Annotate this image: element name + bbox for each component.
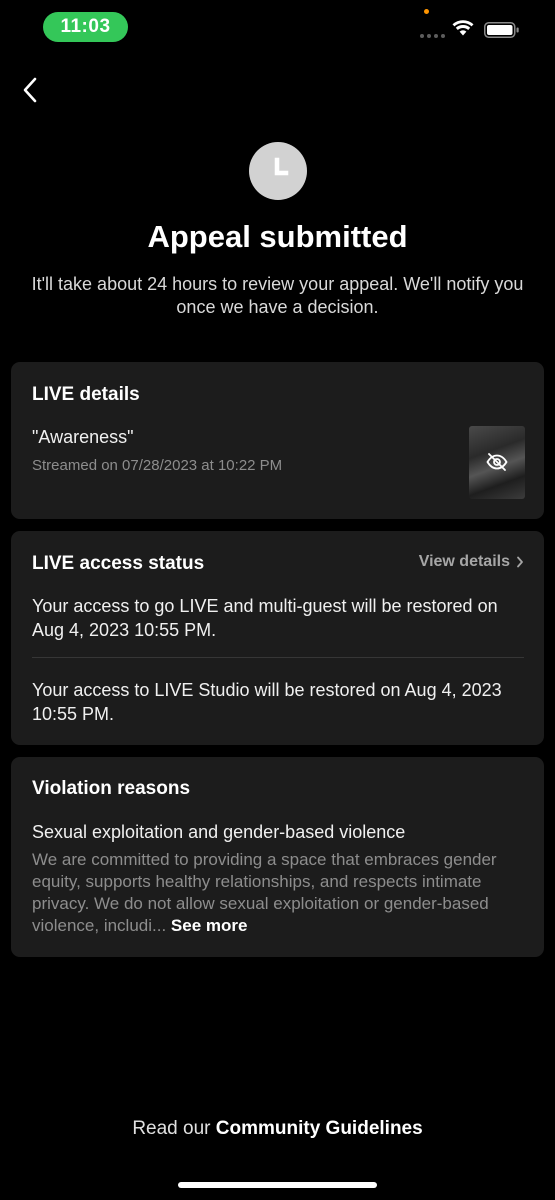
violation-description: We are committed to providing a space th… — [32, 849, 527, 937]
home-indicator[interactable] — [178, 1182, 377, 1188]
hidden-eye-icon — [486, 453, 508, 471]
violation-description-text: We are committed to providing a space th… — [32, 850, 497, 935]
violation-reasons-title: Violation reasons — [32, 778, 191, 799]
violation-reason: Sexual exploitation and gender-based vio… — [32, 822, 406, 842]
chevron-right-icon — [517, 556, 523, 568]
stream-thumbnail[interactable] — [469, 426, 525, 499]
access-status-title: LIVE access status — [32, 553, 205, 574]
page-title: Appeal submitted — [147, 219, 408, 254]
privacy-indicator-dot — [424, 9, 429, 14]
divider — [32, 657, 524, 658]
stream-name: "Awareness" — [32, 427, 134, 447]
battery-icon — [484, 22, 519, 38]
live-access-status-card: LIVE access status View details Your acc… — [11, 531, 544, 745]
appeal-submitted-screen: 11:03 Appeal submitted It'll take about … — [0, 0, 555, 1200]
stream-date: Streamed on 07/28/2023 at 10:22 PM — [32, 457, 283, 474]
community-guidelines-link[interactable]: Community Guidelines — [216, 1118, 423, 1139]
live-details-title: LIVE details — [32, 384, 140, 405]
access-status-go-live: Your access to go LIVE and multi-guest w… — [32, 596, 498, 640]
see-more-link[interactable]: See more — [171, 916, 248, 935]
community-guidelines-footer: Read our Community Guidelines — [0, 1118, 555, 1140]
access-status-live-studio: Your access to LIVE Studio will be resto… — [32, 680, 502, 724]
view-details-link[interactable]: View details — [419, 553, 524, 571]
back-arrow-icon[interactable] — [18, 74, 46, 106]
view-details-label: View details — [418, 553, 510, 570]
status-bar: 11:03 — [0, 0, 555, 54]
wifi-icon — [452, 20, 474, 36]
page-subtitle: It'll take about 24 hours to review your… — [31, 274, 524, 317]
clock-icon — [249, 142, 307, 200]
violation-reasons-card: Violation reasons Sexual exploitation an… — [11, 757, 544, 957]
live-details-card: LIVE details "Awareness" Streamed on 07/… — [11, 362, 544, 519]
guidelines-prefix: Read our — [132, 1118, 211, 1139]
signal-icon — [420, 34, 445, 38]
status-time: 11:03 — [43, 12, 128, 42]
